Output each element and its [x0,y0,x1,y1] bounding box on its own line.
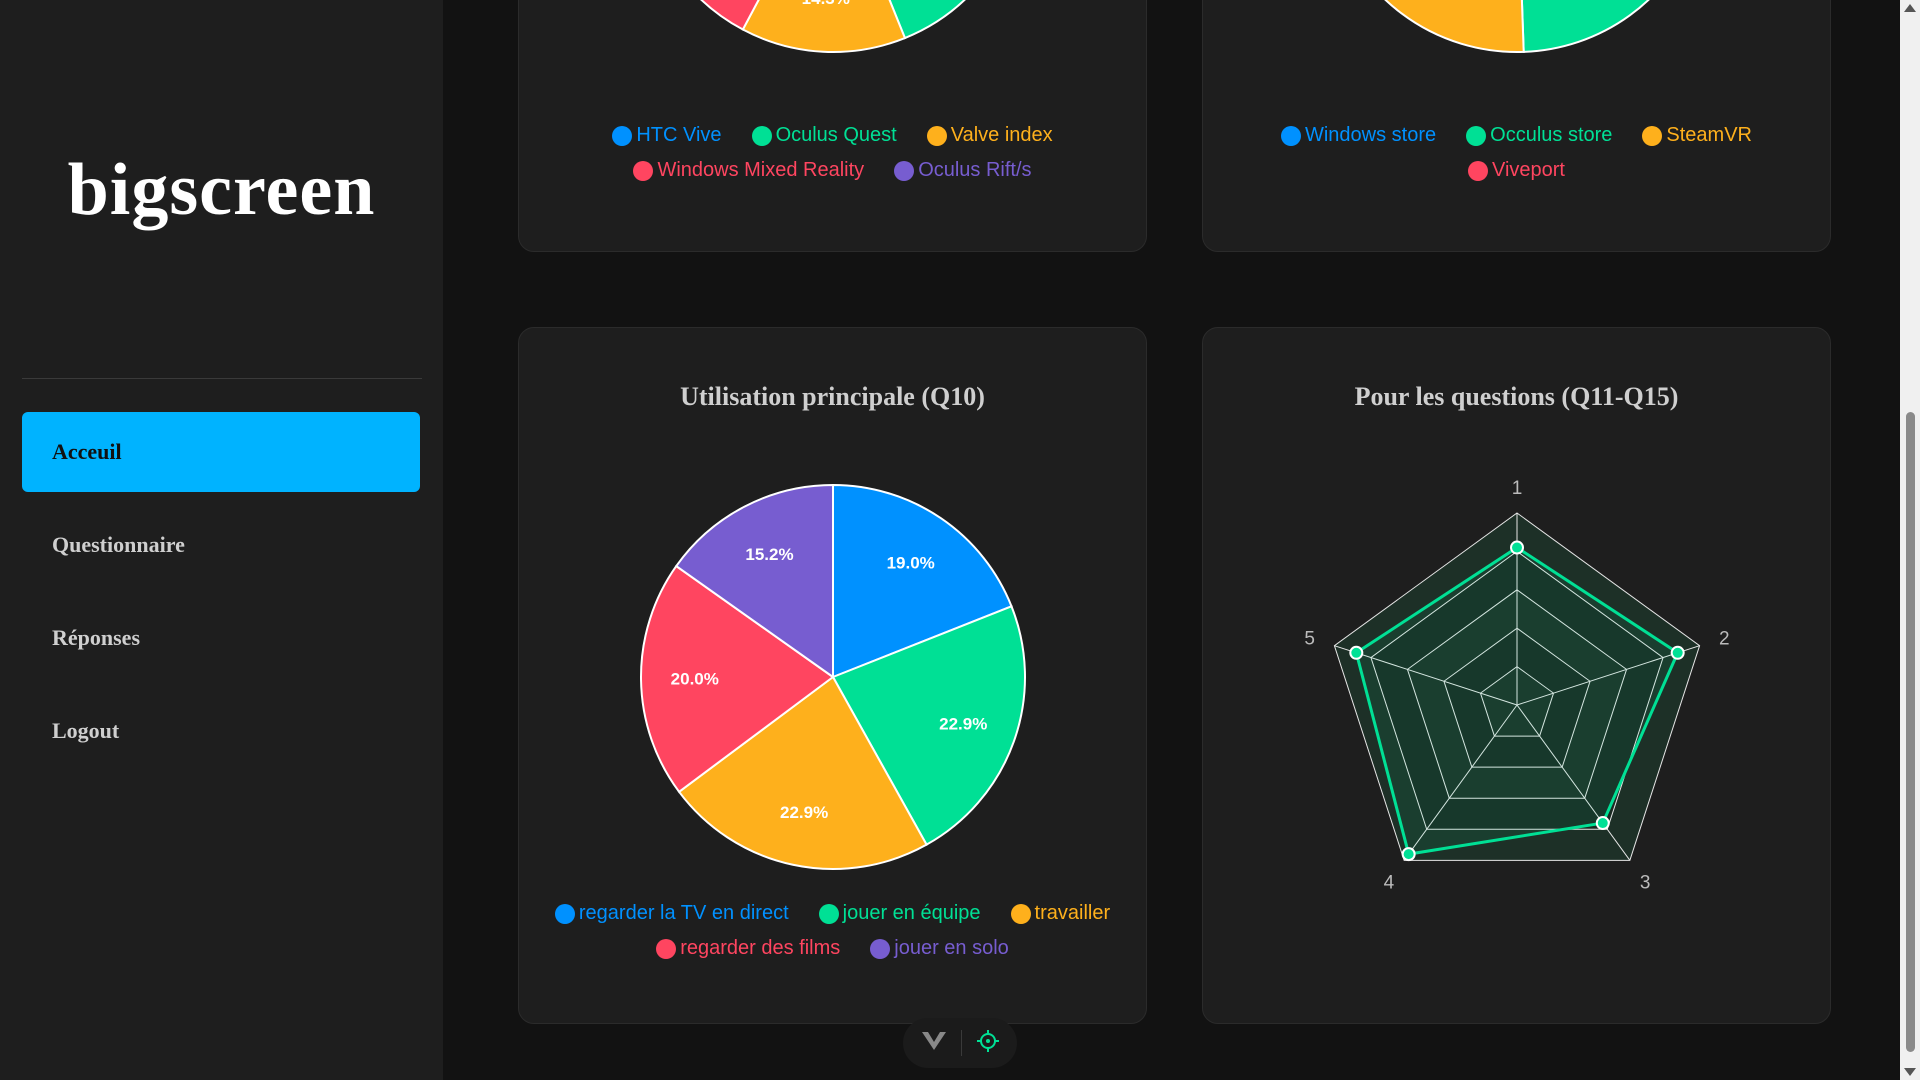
legend-marker [656,938,677,959]
legend-marker [1280,125,1301,146]
toolbar-divider [960,1030,962,1056]
radar-point-2[interactable] [1670,645,1685,660]
legend-item-windows-store[interactable]: Windows store [1280,124,1437,147]
legend-marker [818,903,839,924]
radar-point-1[interactable] [1510,540,1524,555]
legend-item-regarder-la-tv-en-direct[interactable]: regarder la TV en direct [554,902,789,925]
radar-point-4[interactable] [1401,847,1416,862]
legend-label: Oculus Quest [775,124,897,146]
chart-card-stores: 21.9% Windows storeOcculus storeSteamVRV… [1202,0,1831,252]
legend-row: HTC Vive Oculus Quest Valve index [519,124,1146,147]
target-icon[interactable] [976,1029,1000,1058]
radar-axis-label: 2 [1719,629,1730,650]
sidebar: bigscreen Acceuil Questionnaire Réponses… [0,0,443,1080]
radar-axis-label: 1 [1512,478,1523,499]
scroll-up-icon[interactable] [1904,4,1916,12]
radar-point-3[interactable] [1595,816,1610,831]
legend-marker [1467,160,1488,181]
legend-label: Valve index [950,124,1053,146]
legend-item-occulus-store[interactable]: Occulus store [1466,124,1612,147]
legend-row: regarder la TV en direct jouer en équipe t… [519,902,1146,925]
pie-data-label: 22.9% [780,803,828,822]
legend-item-viveport[interactable]: Viveport [1467,159,1565,182]
legend-label: SteamVR [1666,124,1752,146]
legend-item-oculus-rift-s[interactable]: Oculus Rift/s [894,159,1032,182]
page-scrollbar[interactable] [1900,0,1920,1080]
legend-row: Windows store Occulus store SteamVR [1203,124,1830,147]
chart-card-q10: Utilisation principale (Q10) 19.0% 22.9% 2… [518,327,1147,1024]
legend-marker [612,125,633,146]
legend-label: regarder des films [680,937,841,959]
legend-label: jouer en solo [894,937,1009,959]
legend-label: Viveport [1491,159,1565,181]
sidebar-item-questionnaire[interactable]: Questionnaire [22,505,420,585]
pie-data-label: 19.0% [887,554,935,573]
legend-row: regarder des films jouer en solo [519,937,1146,960]
legend-item-travailler[interactable]: travailler [1010,902,1111,925]
pie-slice-occulus-store[interactable] [1517,0,1697,53]
pie-slice-steamvr[interactable] [1331,0,1525,53]
radar-axis-label: 4 [1384,872,1395,893]
sidebar-item-label: Questionnaire [52,532,185,557]
legend-label: travailler [1034,902,1111,924]
app-logo: bigscreen [67,149,376,231]
radar-point-5[interactable] [1349,645,1364,660]
legend-item-steamvr[interactable]: SteamVR [1642,124,1752,147]
legend-marker [926,125,947,146]
chart-card-q11-q15: Pour les questions (Q11-Q15) 1 2 3 4 5 [1202,327,1831,1024]
pie-chart-q10: 19.0% 22.9% 22.9% 20.0% 15.2% [640,483,1026,870]
legend-item-jouer-en-equipe[interactable]: jouer en équipe [818,902,981,925]
pie-data-label: 15.2% [745,545,793,564]
chart-title: Utilisation principale (Q10) [680,382,985,411]
legend-q10: regarder la TV en direct jouer en équipe t… [519,902,1146,972]
legend-marker [1010,903,1031,924]
sidebar-item-label: Acceuil [52,439,122,464]
legend-marker [751,125,772,146]
legend-marker [894,160,915,181]
legend-marker [1466,125,1487,146]
legend-row: Windows Mixed Reality Oculus Rift/s [519,159,1146,182]
legend-label: jouer en équipe [842,902,981,924]
legend-label: HTC Vive [636,124,722,146]
legend-item-jouer-en-solo[interactable]: jouer en solo [870,937,1009,960]
chart-title: Pour les questions (Q11-Q15) [1354,382,1679,411]
legend-item-oculus-quest[interactable]: Oculus Quest [751,124,897,147]
legend-item-regarder-des-films[interactable]: regarder des films [656,937,840,960]
legend-label: Windows store [1304,124,1437,146]
legend-marker [554,903,575,924]
legend-row: Viveport [1203,159,1830,182]
radar-axis-label: 5 [1304,629,1315,650]
pie-data-label: 22.9% [939,714,987,733]
sidebar-item-label: Logout [52,718,120,743]
radar-chart-q11-q15: 1 2 3 4 5 [1304,478,1730,893]
legend-item-windows-mixed-reality[interactable]: Windows Mixed Reality [633,159,864,182]
vue-logo-icon[interactable] [921,1030,947,1057]
floating-toolbar [903,1018,1017,1068]
sidebar-item-label: Réponses [52,625,141,650]
legend-headsets: HTC Vive Oculus Quest Valve index Windows M… [519,124,1146,194]
sidebar-item-reponses[interactable]: Réponses [22,598,420,678]
legend-label: Occulus store [1490,124,1613,146]
legend-stores: Windows store Occulus store SteamVR Vivepor… [1203,124,1830,194]
sidebar-item-accueil[interactable]: Acceuil [22,412,420,492]
legend-item-valve-index[interactable]: Valve index [926,124,1053,147]
scroll-down-icon[interactable] [1904,1068,1916,1076]
chart-card-headsets: 14.3% HTC Vive Oculus Quest Valve index Win… [518,0,1147,252]
legend-label: Windows Mixed Reality [657,159,865,181]
legend-marker [633,160,654,181]
sidebar-item-logout[interactable]: Logout [22,691,420,771]
pie-data-label: 14.3% [802,0,850,8]
legend-label: Oculus Rift/s [918,159,1032,181]
legend-item-htc-vive[interactable]: HTC Vive [612,124,722,147]
radar-axis-label: 3 [1640,872,1651,893]
sidebar-divider [22,378,422,379]
pie-data-label: 20.0% [671,670,719,689]
legend-marker [1642,125,1663,146]
legend-label: regarder la TV en direct [578,902,789,924]
legend-marker [870,938,891,959]
scroll-thumb[interactable] [1906,412,1915,1052]
